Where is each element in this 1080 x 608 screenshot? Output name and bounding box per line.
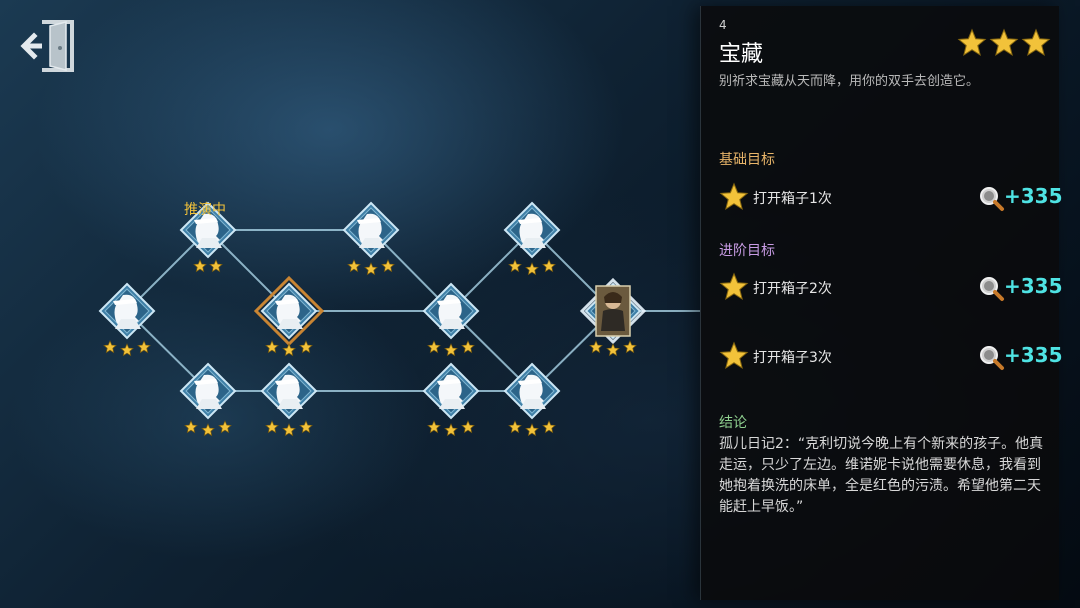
objective-points: +335 bbox=[1004, 343, 1063, 367]
rating-star-icon bbox=[957, 28, 987, 56]
rating-star-icon bbox=[1021, 28, 1051, 56]
star-icon bbox=[461, 420, 475, 434]
star-icon bbox=[525, 262, 539, 276]
magnifier-icon bbox=[980, 346, 1004, 370]
star-icon bbox=[427, 340, 441, 354]
star-icon bbox=[265, 420, 279, 434]
map-node[interactable] bbox=[253, 275, 325, 357]
objective-row: 打开箱子3次 +335 bbox=[719, 341, 1063, 371]
star-icon bbox=[120, 343, 134, 357]
map-node[interactable] bbox=[422, 362, 480, 437]
map-node[interactable] bbox=[503, 201, 561, 276]
star-icon bbox=[103, 340, 117, 354]
current-node-label: 推演中 bbox=[184, 202, 226, 218]
conclusion-text: 孤儿日记2：“克利切说今晚上有个新来的孩子。他真走运，只少了左边。维诺妮卡说他需… bbox=[719, 436, 1044, 515]
star-icon bbox=[282, 343, 296, 357]
objective-text: 打开箱子3次 bbox=[753, 350, 832, 366]
star-icon bbox=[265, 340, 279, 354]
star-icon bbox=[719, 341, 749, 369]
star-icon bbox=[193, 259, 207, 273]
conclusion-heading: 结论 bbox=[719, 415, 747, 431]
map-node[interactable] bbox=[342, 201, 400, 276]
star-icon bbox=[364, 262, 378, 276]
star-icon bbox=[606, 343, 620, 357]
magnifier-icon bbox=[980, 277, 1004, 301]
objective-text: 打开箱子2次 bbox=[753, 281, 832, 297]
star-icon bbox=[299, 420, 313, 434]
detail-panel: 4 宝藏 别祈求宝藏从天而降，用你的双手去创造它。 基础目标 打开箱子1次 +3… bbox=[700, 6, 1063, 600]
objective-points: +335 bbox=[1004, 184, 1063, 208]
objective-points: +335 bbox=[1004, 274, 1063, 298]
star-icon bbox=[444, 423, 458, 437]
star-icon bbox=[218, 420, 232, 434]
map-node[interactable] bbox=[422, 282, 480, 357]
chapter-description: 别祈求宝藏从天而降，用你的双手去创造它。 bbox=[719, 74, 980, 89]
star-icon bbox=[444, 343, 458, 357]
star-icon bbox=[542, 420, 556, 434]
basic-objectives-heading: 基础目标 bbox=[719, 152, 775, 168]
star-icon bbox=[209, 259, 223, 273]
deduction-map: 推演中 bbox=[98, 201, 700, 437]
star-icon bbox=[201, 423, 215, 437]
map-node[interactable] bbox=[579, 277, 647, 357]
rating-stars bbox=[957, 28, 1051, 58]
map-node[interactable] bbox=[503, 362, 561, 437]
star-icon bbox=[623, 340, 637, 354]
map-node[interactable] bbox=[179, 362, 237, 437]
character-portrait bbox=[595, 285, 631, 337]
objective-text: 打开箱子1次 bbox=[753, 191, 832, 207]
star-icon bbox=[347, 259, 361, 273]
advanced-objectives-heading: 进阶目标 bbox=[719, 243, 775, 259]
star-icon bbox=[525, 423, 539, 437]
star-icon bbox=[719, 272, 749, 300]
objective-row: 打开箱子1次 +335 bbox=[719, 182, 1063, 212]
star-icon bbox=[381, 259, 395, 273]
star-icon bbox=[137, 340, 151, 354]
objective-row: 打开箱子2次 +335 bbox=[719, 272, 1063, 302]
star-icon bbox=[184, 420, 198, 434]
chapter-title: 宝藏 bbox=[719, 42, 764, 67]
map-node[interactable] bbox=[98, 282, 156, 357]
chapter-number: 4 bbox=[719, 18, 727, 32]
map-node[interactable] bbox=[260, 362, 318, 437]
star-icon bbox=[299, 340, 313, 354]
star-icon bbox=[589, 340, 603, 354]
star-icon bbox=[542, 259, 556, 273]
star-icon bbox=[719, 182, 749, 210]
magnifier-icon bbox=[980, 187, 1004, 211]
star-icon bbox=[427, 420, 441, 434]
star-icon bbox=[508, 259, 522, 273]
star-icon bbox=[461, 340, 475, 354]
star-icon bbox=[508, 420, 522, 434]
rating-star-icon bbox=[989, 28, 1019, 56]
star-icon bbox=[282, 423, 296, 437]
